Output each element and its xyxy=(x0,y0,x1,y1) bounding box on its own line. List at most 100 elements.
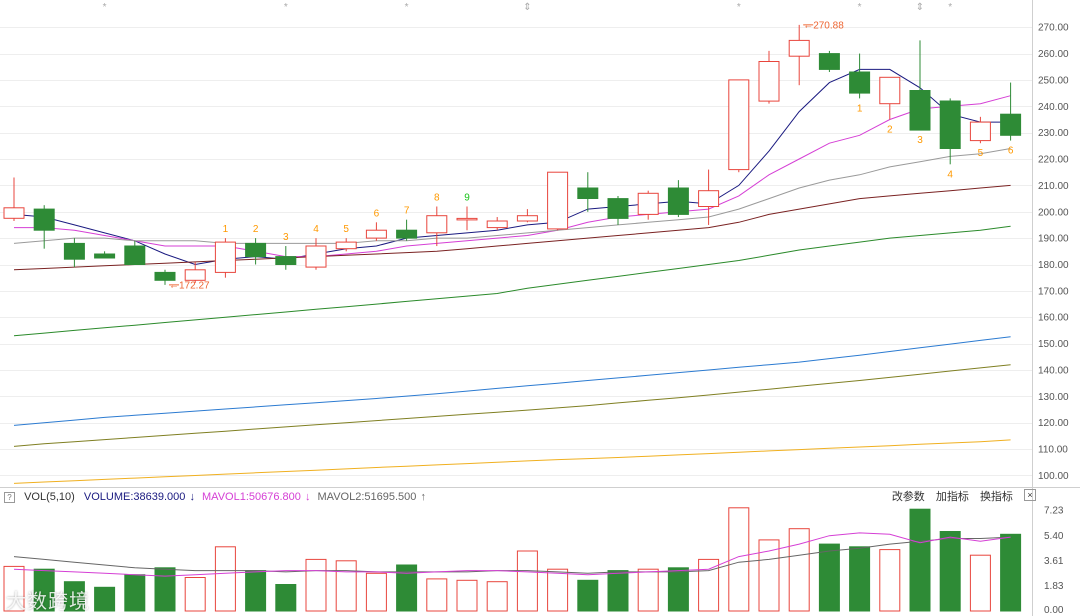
candle-down xyxy=(33,208,55,231)
price-tick-label: 230.00 xyxy=(1038,128,1069,139)
candle-up xyxy=(637,192,659,215)
top-event-marker: ⇕ xyxy=(916,2,924,13)
price-tick-label: 260.00 xyxy=(1038,49,1069,60)
candle-up xyxy=(184,269,206,281)
indicator-name: VOL(5,10) xyxy=(24,491,75,503)
td-count-label: 1 xyxy=(857,103,863,114)
candle-up xyxy=(305,245,327,268)
volume-bar-down xyxy=(607,570,629,612)
mavol2-value: MAVOL2:51695.500 xyxy=(317,491,417,503)
volume-tick-label: 7.23 xyxy=(1044,506,1064,517)
candle-down xyxy=(396,229,418,239)
volume-bar-down xyxy=(124,574,146,612)
price-tick-label: 270.00 xyxy=(1038,23,1069,34)
close-icon[interactable]: × xyxy=(1024,489,1036,501)
td-count-label: 4 xyxy=(313,224,319,235)
candle-down xyxy=(1000,113,1022,136)
volume-bar-down xyxy=(245,570,267,612)
td-count-label: 1 xyxy=(223,224,229,235)
candle-up xyxy=(3,207,25,219)
candle-down xyxy=(245,242,267,258)
candle-up xyxy=(879,76,901,105)
candle-up xyxy=(426,215,448,234)
candle-layer xyxy=(3,24,1022,285)
volume-tick-label: 1.83 xyxy=(1044,581,1064,592)
td-count-label: 2 xyxy=(887,125,893,136)
candle-down xyxy=(577,187,599,199)
candle-down xyxy=(849,71,871,94)
volume-bar-up xyxy=(426,578,448,612)
switch-indicator-button[interactable]: 换指标 xyxy=(980,489,1013,505)
price-tick-label: 250.00 xyxy=(1038,75,1069,86)
volume-bar-up xyxy=(486,581,508,612)
extreme-arrow: ← xyxy=(169,280,179,291)
price-tick-label: 150.00 xyxy=(1038,339,1069,350)
stock-chart: 1 2 3 4 5 6 7 8 9 1 2 3 4 5 6 ← 172.27 ← 270.88 100.00 110.… xyxy=(0,0,1080,616)
candle-up xyxy=(516,215,538,222)
td-count-label: 9 xyxy=(464,193,470,204)
candle-up xyxy=(214,241,236,273)
volume-bar-down xyxy=(94,586,116,612)
price-tick-label: 130.00 xyxy=(1038,392,1069,403)
top-event-marker: * xyxy=(737,2,741,13)
volume-bar-up xyxy=(365,572,387,612)
volume-tick-label: 0.00 xyxy=(1044,605,1064,616)
candle-up xyxy=(788,39,810,57)
volume-bar-up xyxy=(788,528,810,612)
candle-up xyxy=(335,241,357,250)
price-tick-label: 240.00 xyxy=(1038,102,1069,113)
price-tick-label: 200.00 xyxy=(1038,207,1069,218)
price-tick-label: 210.00 xyxy=(1038,181,1069,192)
moving-average-line xyxy=(13,439,1011,484)
extreme-arrow: ← xyxy=(803,20,813,31)
watermark-logo: 大数跨境 xyxy=(6,591,90,613)
candle-down xyxy=(909,90,931,131)
top-event-marker: * xyxy=(948,2,952,13)
volume-bar-up xyxy=(547,568,569,612)
volume-indicator-header: ? VOL(5,10) VOLUME:38639.000 ↓ MAVOL1:50… xyxy=(0,489,1036,505)
price-tick-label: 160.00 xyxy=(1038,313,1069,324)
axis-layer: 100.00 110.00 120.00 130.00 140.00 150.00 160.… xyxy=(1038,23,1069,616)
candle-down xyxy=(275,256,297,266)
volume-bar-up xyxy=(637,568,659,612)
indicator-help-icon[interactable]: ? xyxy=(4,492,15,503)
moving-average-line xyxy=(14,95,1011,258)
td-label-layer: 1 234 56 78 912345 6← 172.27← 270.88 xyxy=(169,20,1014,291)
td-count-label: 7 xyxy=(404,206,410,217)
td-count-label: 5 xyxy=(978,148,984,159)
volume-bar-down xyxy=(275,584,297,612)
add-indicator-button[interactable]: 加指标 xyxy=(936,489,969,505)
volume-bar-up xyxy=(698,558,720,612)
candle-down xyxy=(94,253,116,259)
td-count-label: 6 xyxy=(374,208,380,219)
candle-down xyxy=(63,242,85,260)
volume-bar-up xyxy=(516,550,538,612)
candle-up xyxy=(486,220,508,229)
volume-layer xyxy=(3,507,1022,612)
candle-up xyxy=(969,121,991,142)
top-event-marker: * xyxy=(405,2,409,13)
td-count-label: 3 xyxy=(917,135,923,146)
volume-bar-down xyxy=(939,531,961,612)
candle-down xyxy=(939,100,961,149)
moving-average-line xyxy=(13,336,1011,426)
price-tick-label: 190.00 xyxy=(1038,234,1069,245)
volume-bar-up xyxy=(335,560,357,612)
moving-average-line xyxy=(13,148,1011,244)
volume-arrow-icon: ↓ xyxy=(189,491,195,503)
volume-tick-label: 3.61 xyxy=(1044,556,1064,567)
top-marker-layer: * * * ⇕ * * ⇕ * xyxy=(103,2,953,13)
volume-bar-up xyxy=(305,558,327,612)
mavol2-arrow-icon: ↑ xyxy=(420,491,426,503)
price-tick-label: 100.00 xyxy=(1038,471,1069,482)
td-count-label: 4 xyxy=(947,169,953,180)
volume-tick-label: 5.40 xyxy=(1044,531,1064,542)
volume-bar-up xyxy=(969,554,991,612)
candle-up xyxy=(728,79,750,171)
td-count-label: 2 xyxy=(253,224,259,235)
change-params-button[interactable]: 改参数 xyxy=(892,489,925,505)
candle-up xyxy=(365,229,387,239)
top-event-marker: * xyxy=(284,2,288,13)
td-count-label: 5 xyxy=(343,224,349,235)
volume-bar-up xyxy=(456,579,478,612)
